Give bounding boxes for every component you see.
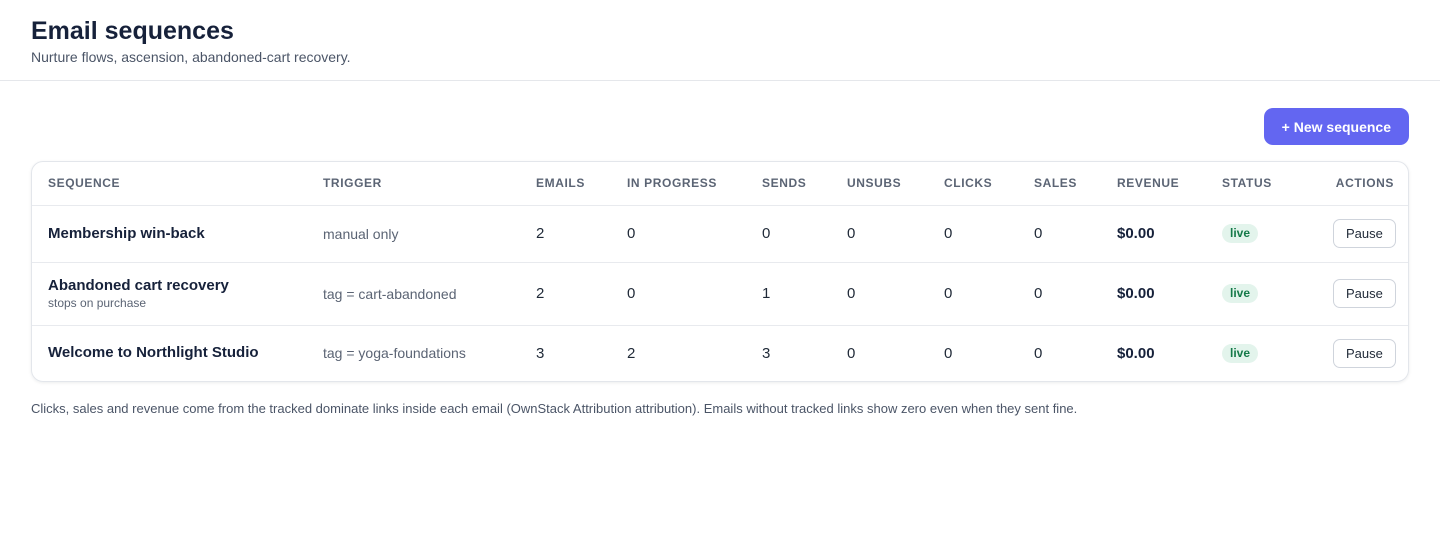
emails-cell: 2 [520, 205, 611, 263]
emails-cell: 3 [536, 344, 545, 362]
trigger-cell: tag = cart-abandoned [307, 262, 520, 326]
sales-cell: 0 [1034, 344, 1043, 362]
sequences-table-card: SEQUENCE TRIGGER EMAILS IN PROGRESS SEND… [31, 161, 1409, 382]
clicks-cell: 0 [928, 205, 1018, 263]
column-header-actions: ACTIONS [1317, 162, 1408, 206]
column-header-in-progress: IN PROGRESS [611, 162, 746, 206]
page-subtitle: Nurture flows, ascension, abandoned-cart… [31, 49, 351, 65]
sends-cell: 1 [746, 262, 831, 326]
in-progress-cell: 0 [611, 262, 746, 326]
table-header-row: SEQUENCE TRIGGER EMAILS IN PROGRESS SEND… [32, 162, 1408, 206]
clicks-cell: 0 [944, 344, 953, 362]
column-header-trigger: TRIGGER [307, 162, 520, 206]
sequence-name[interactable]: Abandoned cart recovery [48, 277, 307, 295]
revenue-cell: $0.00 [1101, 205, 1206, 263]
pause-button[interactable]: Pause [1333, 279, 1396, 308]
emails-cell: 2 [520, 262, 611, 326]
column-header-status: STATUS [1206, 162, 1317, 206]
column-header-clicks: CLICKS [928, 162, 1018, 206]
new-sequence-button[interactable]: + New sequence [1263, 108, 1409, 145]
sequence-cell: Membership win-back [32, 205, 307, 263]
status-cell: live [1206, 262, 1317, 326]
table-row: Membership win-back manual only 2 0 0 0 … [32, 205, 1408, 263]
status-badge: live [1222, 343, 1259, 363]
column-header-sequence: SEQUENCE [32, 162, 307, 206]
sends-cell: 0 [746, 205, 831, 263]
column-header-revenue: REVENUE [1101, 162, 1206, 206]
sales-cell: 0 [1018, 205, 1101, 263]
table-body: Membership win-back manual only 2 0 0 0 … [32, 205, 1408, 381]
actions-cell: Pause [1317, 262, 1408, 326]
sequence-cell: Welcome to Northlight Studio [32, 325, 307, 381]
unsubs-cell: 0 [831, 205, 928, 263]
sequence-cell: Abandoned cart recovery stops on purchas… [32, 262, 307, 326]
pause-button[interactable]: Pause [1333, 338, 1396, 368]
column-header-sends: SENDS [746, 162, 831, 206]
table-row: Abandoned cart recovery stops on purchas… [32, 262, 1408, 326]
revenue-cell: $0.00 [1101, 262, 1206, 326]
column-header-sales: SALES [1018, 162, 1101, 206]
revenue-cell: $0.00 [1117, 344, 1155, 362]
actions-cell: Pause [1317, 325, 1408, 381]
sales-cell: 0 [1018, 262, 1101, 326]
table-header: SEQUENCE TRIGGER EMAILS IN PROGRESS SEND… [32, 162, 1408, 206]
trigger-cell: tag = yoga-foundations [323, 345, 466, 362]
unsubs-cell: 0 [831, 262, 928, 326]
status-cell: live [1206, 205, 1317, 263]
toolbar: + New sequence [0, 81, 1440, 161]
sequences-table: SEQUENCE TRIGGER EMAILS IN PROGRESS SEND… [32, 162, 1408, 381]
trigger-cell: manual only [307, 205, 520, 263]
pause-button[interactable]: Pause [1333, 219, 1396, 248]
status-badge: live [1222, 284, 1259, 303]
status-cell: live [1206, 325, 1317, 381]
sends-cell: 3 [762, 344, 771, 362]
column-header-unsubs: UNSUBS [831, 162, 928, 206]
in-progress-cell: 0 [611, 205, 746, 263]
actions-cell: Pause [1317, 205, 1408, 263]
status-badge: live [1222, 224, 1259, 243]
sequence-note: stops on purchase [48, 295, 147, 310]
sequence-name[interactable]: Welcome to Northlight Studio [48, 344, 307, 362]
page-title: Email sequences [31, 17, 234, 45]
unsubs-cell: 0 [847, 344, 856, 362]
attribution-footnote: Clicks, sales and revenue come from the … [31, 401, 1078, 416]
sequence-name[interactable]: Membership win-back [48, 225, 307, 243]
table-row: Welcome to Northlight Studio tag = yoga-… [32, 325, 1408, 381]
page-header: Email sequences Nurture flows, ascension… [0, 0, 1440, 81]
in-progress-cell: 2 [627, 344, 636, 362]
clicks-cell: 0 [928, 262, 1018, 326]
column-header-emails: EMAILS [520, 162, 611, 206]
